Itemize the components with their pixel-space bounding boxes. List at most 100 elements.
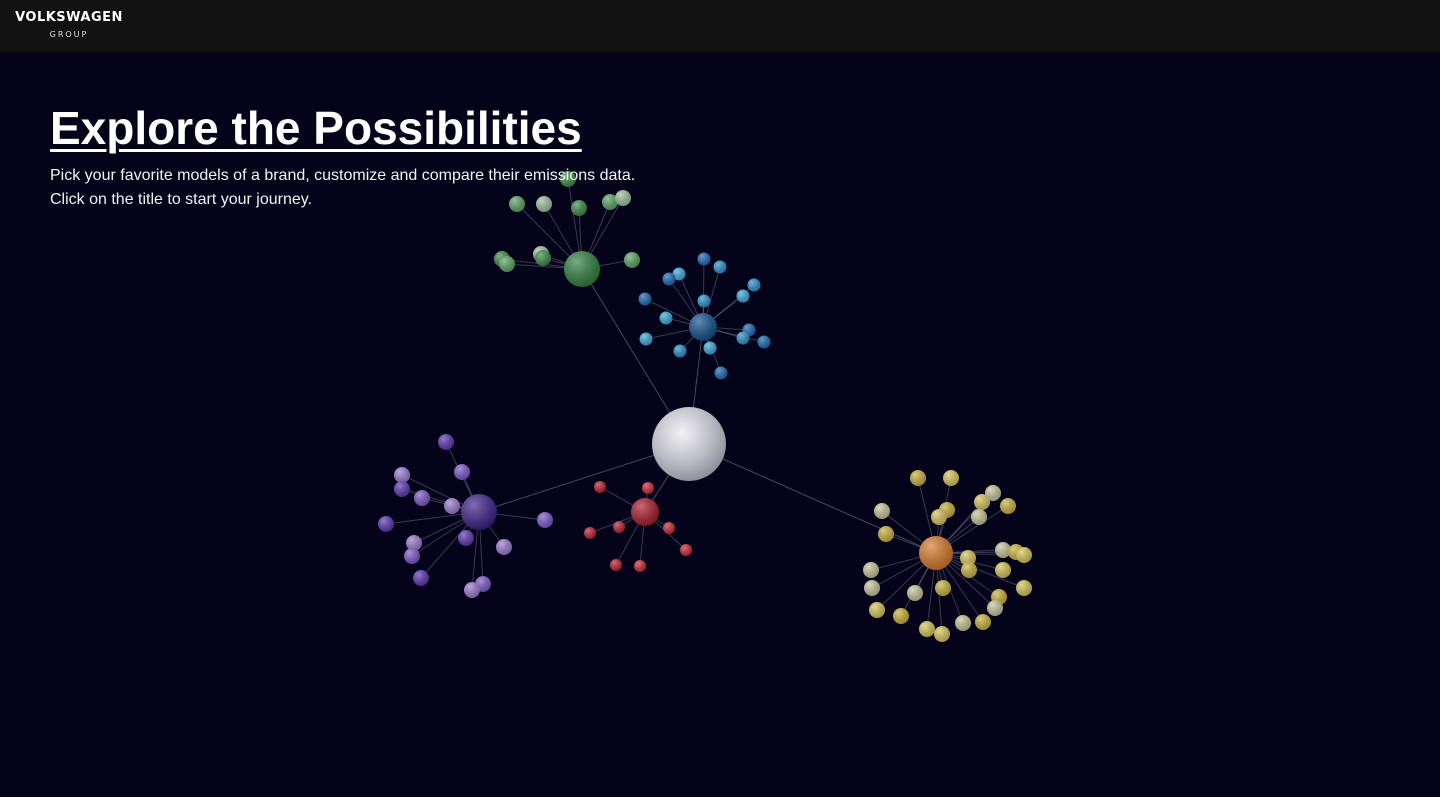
red-model-node-shade <box>613 521 625 533</box>
purple-model-node-shade <box>404 548 420 564</box>
orange-model-node[interactable] <box>1016 547 1032 563</box>
orange-model-node-shade <box>971 509 987 525</box>
purple-model-node[interactable] <box>464 582 480 598</box>
orange-brand-node[interactable] <box>919 536 953 570</box>
orange-model-node[interactable] <box>869 602 885 618</box>
red-model-node[interactable] <box>610 559 622 571</box>
orange-model-node[interactable] <box>893 608 909 624</box>
purple-model-node[interactable] <box>444 498 460 514</box>
blue-model-node[interactable] <box>638 292 652 306</box>
orange-model-node-shade <box>869 602 885 618</box>
orange-model-node[interactable] <box>907 585 923 601</box>
purple-model-node[interactable] <box>458 530 474 546</box>
intro-description: Pick your favorite models of a brand, cu… <box>50 164 635 212</box>
blue-model-node-shade <box>713 260 727 274</box>
orange-model-node[interactable] <box>974 494 990 510</box>
orange-model-node[interactable] <box>987 600 1003 616</box>
orange-model-node-shade <box>863 562 879 578</box>
blue-model-node-shade <box>697 294 711 308</box>
intro-section: Explore the Possibilities Pick your favo… <box>50 100 635 212</box>
orange-model-node[interactable] <box>864 580 880 596</box>
blue-model-node[interactable] <box>697 252 711 266</box>
top-bar: VOLKSWAGEN GROUP <box>0 0 1440 52</box>
blue-model-node[interactable] <box>714 366 728 380</box>
green-model-node-shade <box>535 250 551 266</box>
orange-model-node[interactable] <box>1000 498 1016 514</box>
orange-model-node[interactable] <box>874 503 890 519</box>
orange-model-node[interactable] <box>878 526 894 542</box>
purple-model-node[interactable] <box>438 434 454 450</box>
orange-model-node[interactable] <box>919 621 935 637</box>
purple-model-node[interactable] <box>394 467 410 483</box>
purple-brand-node[interactable] <box>461 494 497 530</box>
blue-model-node[interactable] <box>673 344 687 358</box>
blue-model-node[interactable] <box>736 289 750 303</box>
green-model-node-shade <box>624 252 640 268</box>
purple-model-node-shade <box>454 464 470 480</box>
orange-model-node[interactable] <box>931 509 947 525</box>
orange-model-node[interactable] <box>1016 580 1032 596</box>
blue-model-node[interactable] <box>757 335 771 349</box>
purple-model-node[interactable] <box>496 539 512 555</box>
orange-model-node-shade <box>874 503 890 519</box>
red-model-node[interactable] <box>663 522 675 534</box>
purple-model-node-shade <box>438 434 454 450</box>
page-title-link[interactable]: Explore the Possibilities <box>50 100 582 156</box>
red-model-node[interactable] <box>642 482 654 494</box>
orange-model-node[interactable] <box>975 614 991 630</box>
blue-model-node[interactable] <box>697 294 711 308</box>
volkswagen-group-logo[interactable]: VOLKSWAGEN GROUP <box>12 10 126 41</box>
blue-model-node[interactable] <box>659 311 673 325</box>
orange-model-node[interactable] <box>971 509 987 525</box>
purple-model-node[interactable] <box>414 490 430 506</box>
orange-model-node-shade <box>975 614 991 630</box>
orange-model-node[interactable] <box>995 562 1011 578</box>
orange-model-node-shade <box>878 526 894 542</box>
red-model-node[interactable] <box>613 521 625 533</box>
orange-model-node-shade <box>974 494 990 510</box>
purple-model-node[interactable] <box>404 548 420 564</box>
red-model-node-shade <box>610 559 622 571</box>
purple-model-node[interactable] <box>394 481 410 497</box>
purple-model-node[interactable] <box>537 512 553 528</box>
red-model-node[interactable] <box>680 544 692 556</box>
orange-model-node[interactable] <box>934 626 950 642</box>
orange-model-node[interactable] <box>955 615 971 631</box>
green-brand-node[interactable] <box>564 251 600 287</box>
blue-brand-node[interactable] <box>689 313 717 341</box>
red-model-node[interactable] <box>594 481 606 493</box>
red-brand-node[interactable] <box>631 498 659 526</box>
logo-sub-text: GROUP <box>49 30 89 39</box>
blue-model-node[interactable] <box>713 260 727 274</box>
blue-model-node[interactable] <box>639 332 653 346</box>
orange-model-node-shade <box>987 600 1003 616</box>
red-model-node[interactable] <box>584 527 596 539</box>
green-model-node[interactable] <box>624 252 640 268</box>
orange-model-node-shade <box>955 615 971 631</box>
purple-model-node[interactable] <box>378 516 394 532</box>
blue-model-node[interactable] <box>736 331 750 345</box>
purple-model-node-shade <box>414 490 430 506</box>
orange-model-node[interactable] <box>961 562 977 578</box>
orange-model-node-shade <box>907 585 923 601</box>
purple-model-node-shade <box>537 512 553 528</box>
blue-model-node-shade <box>638 292 652 306</box>
purple-model-node[interactable] <box>413 570 429 586</box>
blue-model-node-shade <box>736 289 750 303</box>
blue-model-node[interactable] <box>703 341 717 355</box>
green-model-node-shade <box>499 256 515 272</box>
orange-model-node[interactable] <box>910 470 926 486</box>
orange-model-node-shade <box>1000 498 1016 514</box>
purple-model-node[interactable] <box>454 464 470 480</box>
orange-model-node-shade <box>943 470 959 486</box>
orange-model-node[interactable] <box>863 562 879 578</box>
group-center-node[interactable] <box>652 407 726 481</box>
red-model-node[interactable] <box>634 560 646 572</box>
orange-model-node[interactable] <box>935 580 951 596</box>
green-model-node[interactable] <box>535 250 551 266</box>
blue-model-node[interactable] <box>662 272 676 286</box>
green-brand-node-shade <box>564 251 600 287</box>
blue-model-node[interactable] <box>747 278 761 292</box>
orange-model-node[interactable] <box>943 470 959 486</box>
green-model-node[interactable] <box>499 256 515 272</box>
